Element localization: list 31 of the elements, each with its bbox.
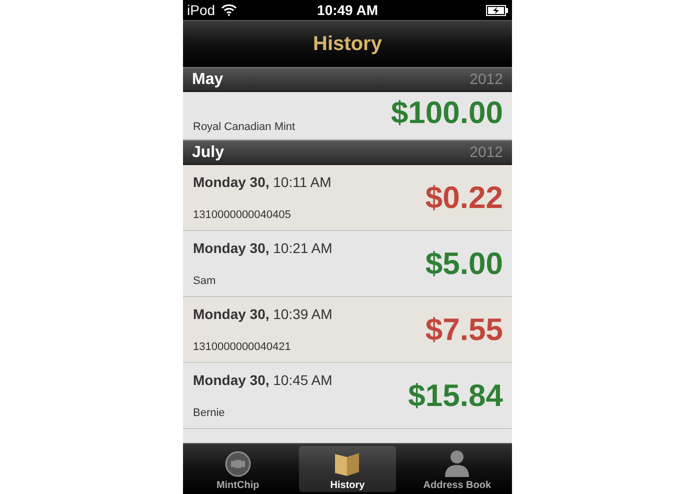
page-title: History [313,32,382,56]
transaction-date: Monday 30, 10:39 AM [193,306,332,322]
tab-button[interactable]: MintChip [189,446,287,492]
transaction-party: Bernie [193,407,226,419]
month-label: May [192,70,224,88]
transaction-party: Sam [193,275,217,287]
clock-time: 10:49 AM [317,2,378,18]
transaction-date: Monday 30, 10:11 AM [193,174,332,190]
transaction-party: 1310000000040421 [193,341,292,353]
transaction-date: Monday 30, 10:21 AM [193,240,332,256]
year-label: 2012 [470,71,503,88]
tab-button[interactable]: Address Book [408,446,506,492]
tab-button[interactable]: History [298,446,396,492]
month-label: July [192,144,224,162]
folder-icon [333,451,362,477]
transaction-amount: $7.55 [425,312,503,348]
person-icon [444,449,470,477]
transaction-party: Royal Canadian Mint [193,121,296,133]
carrier-label: iPod [187,2,216,18]
transaction-row[interactable]: Monday 30, 10:39 AM 1310000000040421 $7.55 [183,297,512,363]
battery-icon [486,4,508,16]
transaction-row[interactable]: Monday 30, 10:11 AM 1310000000040405 $0.22 [183,165,512,231]
transaction-date: Monday 30, 10:45 AM [193,372,332,388]
transaction-amount: $5.00 [425,246,503,282]
year-label: 2012 [470,144,503,161]
wifi-icon [221,4,238,16]
transaction-party: 1310000000040405 [193,209,292,221]
coin-icon [224,451,251,477]
transaction-amount: $0.22 [425,180,503,216]
transaction-amount: $15.84 [408,378,503,414]
transaction-amount: $100.00 [390,94,503,130]
